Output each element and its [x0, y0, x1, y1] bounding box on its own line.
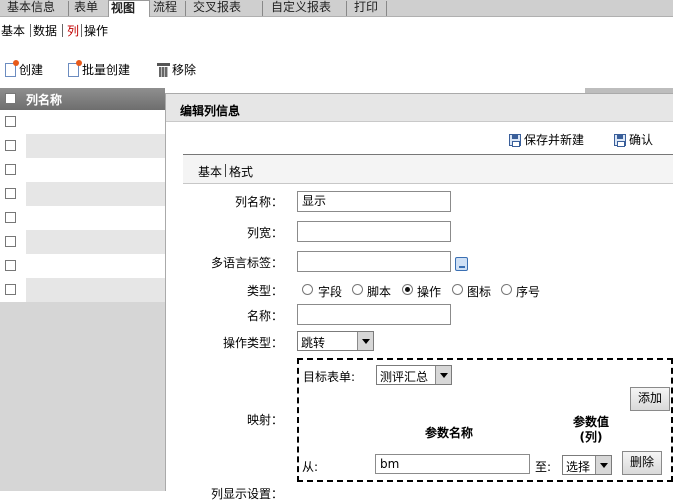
save-icon: [614, 134, 626, 147]
row-checkbox[interactable]: [5, 284, 16, 295]
display-settings-label: 列显示设置：: [210, 487, 283, 501]
operation-type-value: 跳转: [301, 336, 326, 350]
type-icon-label: 图标: [467, 285, 492, 299]
batch-create-label: 批量创建: [82, 63, 131, 77]
from-param-input[interactable]: bm: [375, 454, 530, 474]
tab-separator: [262, 1, 263, 16]
new-document-icon: [68, 60, 82, 77]
type-operation-label: 操作: [417, 285, 442, 299]
row-checkbox[interactable]: [5, 188, 16, 199]
list-item[interactable]: [0, 206, 165, 230]
subtab-separator: [62, 24, 63, 37]
list-item[interactable]: [0, 182, 165, 206]
list-item[interactable]: [0, 134, 165, 158]
name-input[interactable]: [297, 304, 451, 325]
row-checkbox[interactable]: [5, 140, 16, 151]
confirm-label: 确认: [629, 133, 654, 147]
column-list-header: 列名称: [0, 88, 165, 110]
chevron-down-icon: [435, 366, 451, 384]
from-label: 从:: [302, 460, 319, 474]
type-field-label: 字段: [318, 285, 343, 299]
tab-basic-info[interactable]: 基本信息: [5, 0, 57, 17]
column-name-label: 列名称：: [234, 195, 283, 209]
type-label: 类型：: [246, 284, 283, 298]
tab-form[interactable]: 表单: [72, 0, 100, 17]
subtab-column[interactable]: 列: [67, 22, 79, 39]
type-script-label: 脚本: [367, 285, 392, 299]
type-radio-icon[interactable]: [452, 284, 463, 295]
select-all-checkbox[interactable]: [5, 93, 16, 104]
type-serial-label: 序号: [516, 285, 541, 299]
list-item[interactable]: [0, 158, 165, 182]
target-form-label: 目标表单:: [303, 370, 356, 384]
to-column-select[interactable]: 选择: [562, 455, 612, 475]
save-and-new-label: 保存并新建: [524, 133, 585, 147]
dialog-tab-basic[interactable]: 基本: [198, 163, 222, 180]
type-radio-operation[interactable]: [402, 284, 413, 295]
column-width-label: 列宽：: [246, 226, 283, 240]
to-label: 至:: [535, 460, 552, 474]
multilang-label: 多语言标签：: [210, 256, 283, 270]
dialog-tab-separator: [225, 164, 226, 177]
tab-view[interactable]: 视图: [108, 0, 150, 17]
target-form-value: 测评汇总: [380, 370, 429, 384]
tab-custom-report[interactable]: 自定义报表: [269, 0, 333, 17]
operation-type-select[interactable]: 跳转: [297, 331, 374, 351]
subtab-operation[interactable]: 操作: [84, 22, 108, 39]
list-item[interactable]: [0, 110, 165, 134]
edit-column-dialog: 编辑列信息 保存并新建 确认 基本 格式 列名称： 显示 列宽： 多语言标签： …: [165, 93, 673, 501]
delete-mapping-button[interactable]: 删除: [622, 451, 662, 475]
dialog-title: 编辑列信息: [180, 104, 241, 118]
dialog-tab-format[interactable]: 格式: [229, 163, 253, 180]
list-item[interactable]: [0, 230, 165, 254]
subtab-basic[interactable]: 基本: [1, 22, 25, 39]
tab-workflow[interactable]: 流程: [151, 0, 179, 17]
operation-type-label: 操作类型：: [222, 336, 283, 350]
type-radio-serial[interactable]: [501, 284, 512, 295]
param-value-header: 参数值 (列): [572, 415, 609, 444]
list-empty-area: [0, 302, 165, 491]
remove-button-label: 移除: [172, 63, 197, 77]
tab-separator: [346, 1, 347, 16]
chevron-down-icon: [357, 332, 373, 350]
name-label: 名称：: [246, 309, 283, 323]
tab-separator: [386, 1, 387, 16]
dialog-tab-bar: 基本 格式: [183, 154, 673, 184]
edit-multilang-icon[interactable]: [455, 257, 468, 271]
chevron-down-icon: [595, 456, 611, 474]
column-name-header: 列名称: [26, 93, 63, 107]
row-checkbox[interactable]: [5, 116, 16, 127]
row-checkbox[interactable]: [5, 260, 16, 271]
multilang-input[interactable]: [297, 251, 451, 272]
mapping-panel: 目标表单: 测评汇总 添加 参数名称 参数值 (列) 从: bm 至: 选择 删…: [297, 358, 673, 482]
row-checkbox[interactable]: [5, 212, 16, 223]
mapping-label: 映射：: [246, 413, 283, 427]
new-document-icon: [5, 60, 19, 77]
add-mapping-button[interactable]: 添加: [630, 387, 670, 411]
subtab-separator: [81, 24, 82, 37]
top-tab-bar: 基本信息 表单 视图 流程 交叉报表 自定义报表 打印: [0, 0, 673, 17]
type-radio-field[interactable]: [302, 284, 313, 295]
column-width-input[interactable]: [297, 221, 451, 242]
row-checkbox[interactable]: [5, 236, 16, 247]
target-form-select[interactable]: 测评汇总: [376, 365, 452, 385]
param-name-header: 参数名称: [424, 426, 473, 440]
list-item[interactable]: [0, 278, 165, 302]
list-item[interactable]: [0, 254, 165, 278]
type-radio-script[interactable]: [352, 284, 363, 295]
tab-print[interactable]: 打印: [352, 0, 380, 17]
tab-cross-report[interactable]: 交叉报表: [191, 0, 243, 17]
trash-icon: [157, 63, 170, 77]
to-column-value: 选择: [566, 460, 591, 474]
create-button-label: 创建: [19, 63, 44, 77]
save-icon: [509, 134, 521, 147]
dialog-header: 编辑列信息: [166, 94, 673, 122]
row-checkbox[interactable]: [5, 164, 16, 175]
subtab-data[interactable]: 数据: [33, 22, 57, 39]
tab-separator: [185, 1, 186, 16]
tab-separator: [68, 1, 69, 16]
column-name-input[interactable]: 显示: [297, 191, 451, 212]
subtab-separator: [30, 24, 31, 37]
